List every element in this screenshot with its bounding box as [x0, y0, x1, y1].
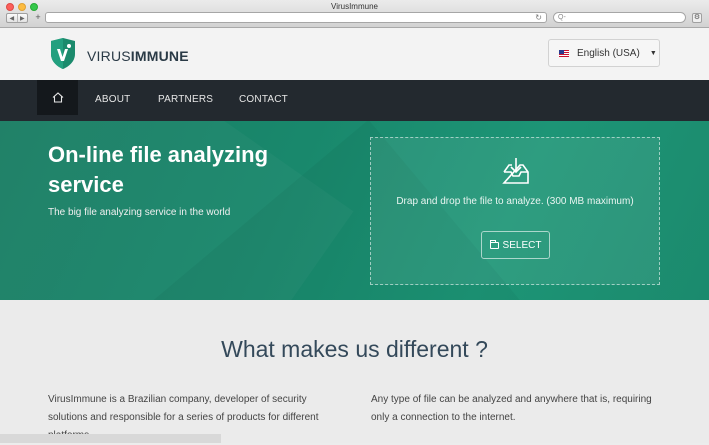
nav-partners[interactable]: PARTNERS: [158, 94, 213, 105]
home-icon: [52, 92, 63, 103]
us-flag-icon: [559, 49, 569, 57]
select-file-button[interactable]: SELECT: [481, 231, 550, 259]
history-buttons: ◀ ▶: [6, 13, 28, 23]
back-button[interactable]: ◀: [7, 14, 18, 22]
settings-icon[interactable]: ⚙: [692, 13, 702, 23]
brand-suffix: IMMUNE: [130, 48, 189, 64]
brand-prefix: VIRUS: [87, 48, 131, 64]
caret-down-icon: ▼: [649, 49, 657, 57]
bottom-strip: [0, 434, 221, 443]
features-section: What makes us different ? VirusImmune is…: [0, 300, 709, 443]
window-title: VirusImmune: [331, 2, 378, 11]
language-selector[interactable]: English (USA) ▼: [548, 39, 660, 67]
search-icon: Q-: [558, 14, 566, 21]
folder-icon: [489, 239, 499, 249]
new-tab-button[interactable]: +: [33, 13, 43, 23]
browser-search-field[interactable]: Q-: [553, 12, 686, 23]
dropzone-instructions: Drap and drop the file to analyze. (300 …: [396, 196, 634, 207]
language-label: English (USA): [577, 47, 640, 59]
inbox-download-icon: [502, 158, 529, 184]
feature-paragraph: Any type of file can be analyzed and any…: [371, 394, 652, 423]
shield-logo-icon[interactable]: [48, 38, 78, 69]
file-dropzone[interactable]: Drap and drop the file to analyze. (300 …: [370, 137, 660, 285]
hero-title: On-line file analyzing service: [48, 142, 269, 197]
address-bar[interactable]: ↻: [45, 12, 547, 23]
main-navigation: ABOUT PARTNERS CONTACT: [0, 80, 709, 121]
nav-about[interactable]: ABOUT: [95, 94, 130, 105]
site-header: VIRUSIMMUNE English (USA) ▼: [0, 28, 709, 80]
brand-name[interactable]: VIRUSIMMUNE: [87, 48, 189, 64]
select-button-label: SELECT: [502, 239, 542, 251]
nav-contact[interactable]: CONTACT: [239, 94, 288, 105]
nav-home[interactable]: [37, 80, 78, 115]
forward-button[interactable]: ▶: [18, 14, 28, 22]
hero-section: On-line file analyzing service The big f…: [0, 121, 709, 300]
section-heading: What makes us different ?: [221, 336, 488, 362]
hero-subtitle: The big file analyzing service in the wo…: [48, 207, 231, 218]
browser-toolbar: VirusImmune ◀ ▶ + ↻ Q- ⚙: [0, 0, 709, 28]
reload-icon[interactable]: ↻: [535, 13, 542, 23]
